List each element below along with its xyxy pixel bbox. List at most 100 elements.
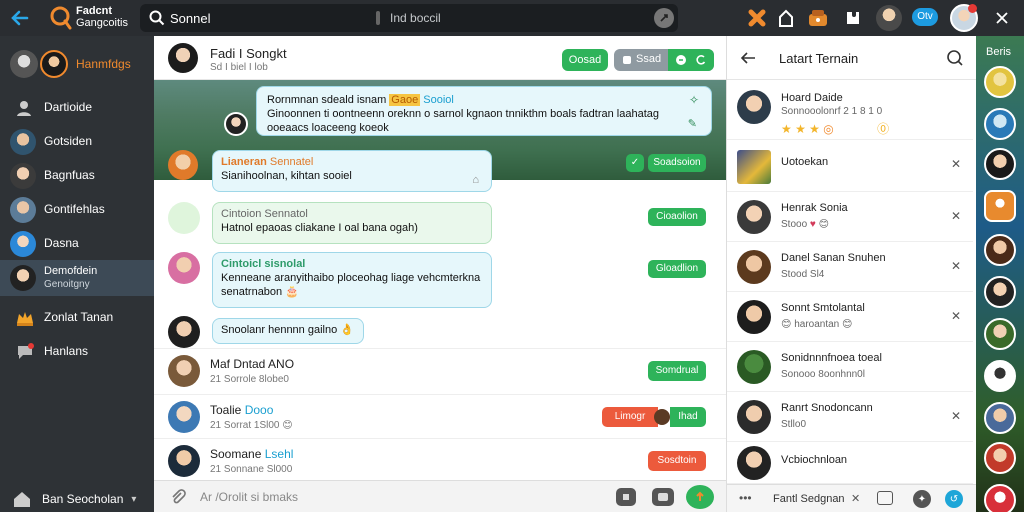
list-item[interactable]: Ranrt Snodoncann Stllo0 ✕ <box>727 392 973 442</box>
home-icon <box>12 490 32 508</box>
dismiss-icon[interactable]: ✕ <box>951 259 961 273</box>
sidebar-item-gontifehlas[interactable]: Gontifehlas <box>0 192 154 226</box>
sidebar-profile[interactable]: Hanmfdgs <box>10 50 131 78</box>
online-button[interactable]: Oosad <box>562 49 608 71</box>
row-action-button[interactable]: Somdrual <box>648 361 706 381</box>
avatar <box>10 129 36 155</box>
sidebar-item-gotsiden[interactable]: Gotsiden <box>0 124 154 158</box>
chat-header: Fadi I Songkt Sd I biel I lob Oosad Ssad <box>154 36 726 80</box>
share-icon[interactable]: ↺ <box>945 490 963 508</box>
list-item[interactable]: Soomane Lsehl 21 Sonnane Sl000 Sosdtoin <box>154 438 726 480</box>
avatar[interactable] <box>984 442 1016 474</box>
message-bubble[interactable]: Cintoion Sennatol Hatnol epaoas cliakane… <box>212 202 492 244</box>
reply-icon[interactable]: ⌂ <box>472 173 479 187</box>
sidebar-item-sublabel: Genoitgny <box>44 279 90 290</box>
search-input[interactable] <box>170 9 370 27</box>
send-icon[interactable] <box>686 485 714 509</box>
tag-gloadlion[interactable]: Gloadlion <box>648 260 706 278</box>
close-icon[interactable]: ✕ <box>851 492 860 505</box>
status-badge[interactable]: Otv <box>912 8 938 26</box>
back-arrow-icon[interactable] <box>739 50 757 66</box>
star-rating: ★ ★ ★ ◎ ⓪ <box>781 122 890 136</box>
more-icon[interactable]: ••• <box>739 491 752 505</box>
message-bubble[interactable]: Snoolanr hennnn gailno 👌 <box>212 318 364 344</box>
refresh-icon[interactable] <box>694 53 708 67</box>
dismiss-icon[interactable]: ✕ <box>951 309 961 323</box>
tag-soadsoion[interactable]: Soadsoion <box>648 154 706 172</box>
back-arrow-icon[interactable] <box>8 6 32 30</box>
settings-icon[interactable]: ✦ <box>913 490 931 508</box>
sidebar-item-dasna[interactable]: Dasna <box>0 226 154 260</box>
sidebar-item-label: Hanlans <box>44 344 89 358</box>
tag-cioaolion[interactable]: Cioaolion <box>648 208 706 226</box>
sidebar-item-label: Dartioide <box>44 100 93 114</box>
extensions-icon[interactable] <box>842 7 864 29</box>
avatar <box>10 163 36 189</box>
message-input[interactable] <box>200 488 500 506</box>
puzzle-icon[interactable] <box>746 7 768 29</box>
pinned-text-2: ooeaacs loaceeng koeok <box>267 122 389 134</box>
row-limit-button[interactable]: Limogr <box>602 407 658 427</box>
list-item[interactable]: Hoard Daide Sonnooolonrf 2 1 8 1 0 ★ ★ ★… <box>727 82 973 140</box>
list-item[interactable]: Sonidnnnfnoea toeal Sonooo 8oonhnn0l <box>727 342 973 392</box>
message-bubble[interactable]: Lianeran Sennatel Sianihoolnan, kihtan s… <box>212 150 492 192</box>
sidebar-item-demofdein[interactable]: Demofdein Genoitgny <box>0 260 154 296</box>
home-icon[interactable] <box>776 7 796 29</box>
list-item[interactable]: Maf Dntad ANO 21 Sorrole 8lobe0 Somdrual <box>154 348 726 394</box>
message-bubble[interactable]: Cintoicl sisnolal Kenneane aranyithaibo … <box>212 252 492 308</box>
row-action-button[interactable]: Sosdtoin <box>648 451 706 471</box>
avatar <box>10 265 36 291</box>
pencil-icon[interactable]: ✎ <box>688 117 697 131</box>
ssad-button[interactable]: Ssad <box>636 53 661 65</box>
avatar[interactable] <box>984 276 1016 308</box>
image-icon[interactable] <box>652 488 674 506</box>
dismiss-icon[interactable]: ✕ <box>951 209 961 223</box>
sidebar-item-hanlans[interactable]: Hanlans <box>0 334 154 368</box>
reaction-tag-icon[interactable]: ✓ <box>626 154 644 172</box>
pinned-message[interactable]: Rornmnan sdeald isnam Gaoe Sooiol Ginoon… <box>256 86 712 136</box>
search-box[interactable]: Ind boccil <box>140 4 678 32</box>
row-ihad-button[interactable]: Ihad <box>670 407 706 427</box>
strip-label: Beris <box>986 46 1012 58</box>
link-icon[interactable] <box>674 53 688 67</box>
attachment-icon[interactable] <box>168 487 188 507</box>
header-green-group <box>668 49 714 71</box>
avatar[interactable] <box>984 484 1016 512</box>
list-item[interactable]: Henrak Sonia Stooo ♥ 😊 ✕ <box>727 192 973 242</box>
sidebar-item-dartioide[interactable]: Dartioide <box>0 90 154 124</box>
dismiss-icon[interactable]: ✕ <box>951 157 961 171</box>
avatar[interactable] <box>984 234 1016 266</box>
pinned-title: Rornmnan sdeald isnam Gaoe Sooiol <box>267 94 454 106</box>
avatar[interactable] <box>876 5 902 31</box>
sidebar-item-zonlat-tanan[interactable]: Zonlat Tanan <box>0 300 154 334</box>
list-item[interactable]: Danel Sanan Snuhen Stood Sl4 ✕ <box>727 242 973 292</box>
chat-panel: Fadi I Songkt Sd I biel I lob Oosad Ssad… <box>154 36 726 480</box>
avatar[interactable] <box>984 402 1016 434</box>
avatar[interactable] <box>984 148 1016 180</box>
sidebar-item-label: Gontifehlas <box>44 202 105 216</box>
avatar[interactable] <box>984 190 1016 222</box>
close-icon[interactable] <box>992 8 1012 28</box>
chat-bubble-icon <box>14 342 36 362</box>
list-item[interactable]: Sonnt Smtolantal 😊 haroantan 😊 ✕ <box>727 292 973 342</box>
copy-icon[interactable] <box>620 53 634 67</box>
avatar[interactable] <box>168 43 198 73</box>
avatar[interactable] <box>984 66 1016 98</box>
sticker-icon[interactable] <box>616 488 636 506</box>
sidebar-footer[interactable]: Ban Seocholan ▾ <box>12 490 136 508</box>
avatar[interactable] <box>984 318 1016 350</box>
sidebar-item-bagnfuas[interactable]: Bagnfuas <box>0 158 154 192</box>
avatar[interactable] <box>984 108 1016 140</box>
gallery-icon[interactable] <box>877 491 893 505</box>
treasure-icon[interactable] <box>806 6 830 30</box>
list-item[interactable]: Uotoekan ✕ <box>727 140 973 192</box>
list-item[interactable]: Vcbiochnloan <box>727 442 973 484</box>
avatar <box>168 202 200 234</box>
sparkle-icon[interactable]: ✧ <box>689 93 699 107</box>
voice-search-icon[interactable] <box>654 8 674 28</box>
list-item[interactable]: Toalie Dooo 21 Sorrat 1Sl00 😊 Limogr Iha… <box>154 394 726 440</box>
contacts-strip: Beris <box>976 36 1024 512</box>
avatar[interactable] <box>984 360 1016 392</box>
search-icon[interactable] <box>945 48 965 68</box>
dismiss-icon[interactable]: ✕ <box>951 409 961 423</box>
